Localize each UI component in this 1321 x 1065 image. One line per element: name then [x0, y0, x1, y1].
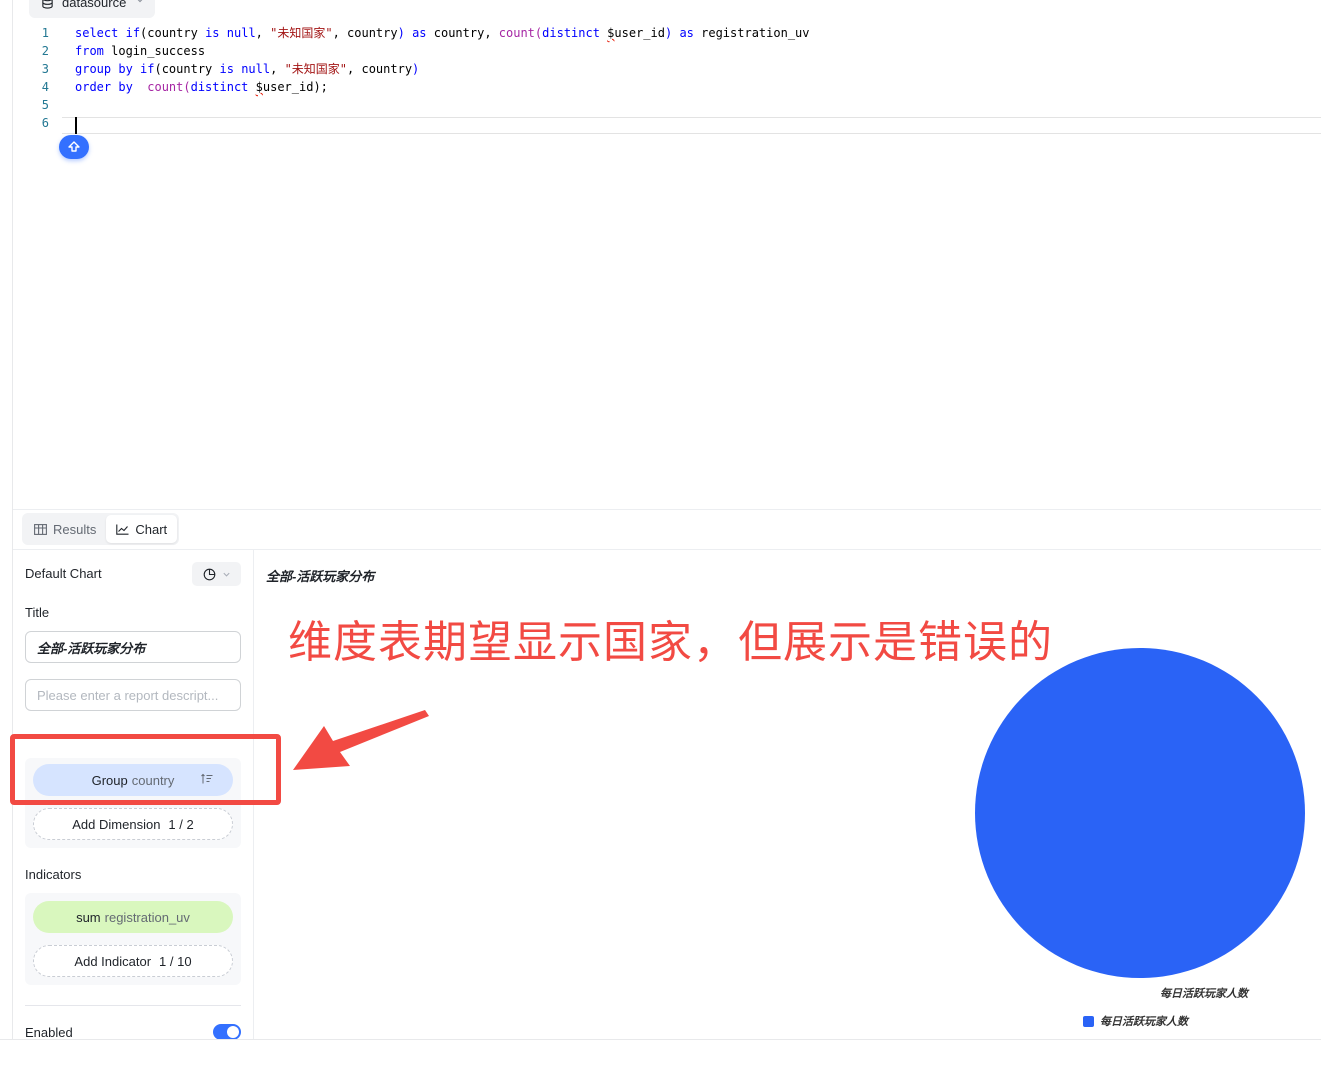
code-text: group by if(country is null, "未知国家", cou…	[75, 62, 420, 76]
code-line[interactable]: 1 select if(country is null, "未知国家", coun…	[13, 24, 1321, 42]
code-line[interactable]: 3 group by if(country is null, "未知国家", co…	[13, 60, 1321, 78]
legend-item-label: 每日活跃玩家人数	[1100, 1016, 1188, 1028]
indicator-sum-registration-uv[interactable]: sum registration_uv	[33, 901, 233, 933]
add-indicator-button[interactable]: Add Indicator 1 / 10	[33, 945, 233, 977]
pie-chart	[975, 648, 1305, 978]
tab-chart-label: Chart	[135, 521, 168, 537]
line-number: 5	[41, 98, 49, 112]
bottom-border	[0, 1039, 1321, 1040]
line-number: 4	[41, 80, 49, 94]
tab-results-label: Results	[53, 521, 97, 537]
add-dimension-count: 1 / 2	[168, 816, 194, 832]
add-indicator-count: 1 / 10	[159, 953, 192, 969]
datasource-label: datasource	[62, 0, 127, 10]
code-text: select if(country is null, "未知国家", count…	[75, 26, 810, 40]
chart-type-label: Default Chart	[25, 566, 102, 581]
upload-arrow-icon	[68, 141, 80, 152]
annotation-highlight-box	[10, 734, 281, 805]
text-caret	[75, 117, 77, 134]
chevron-down-icon	[137, 0, 143, 3]
panel-divider	[25, 1005, 241, 1006]
pane-divider[interactable]	[13, 509, 1321, 510]
chart-legend[interactable]: 每日活跃玩家人数	[1083, 1013, 1188, 1029]
enabled-toggle[interactable]	[213, 1024, 241, 1040]
indicator-agg: sum	[76, 909, 101, 925]
code-line[interactable]: 5	[13, 96, 1321, 114]
run-query-button[interactable]	[59, 135, 89, 159]
line-number: 1	[41, 26, 49, 40]
add-dimension-button[interactable]: Add Dimension 1 / 2	[33, 808, 233, 840]
code-text: order by count(distinct $user_id);	[75, 80, 328, 94]
line-number: 2	[41, 44, 49, 58]
tab-chart[interactable]: Chart	[106, 515, 178, 543]
line-chart-icon	[116, 524, 129, 535]
line-number: 3	[41, 62, 49, 76]
tab-results[interactable]: Results	[24, 515, 106, 543]
indicator-field: registration_uv	[104, 909, 190, 925]
code-text: from login_success	[75, 44, 206, 58]
database-icon	[42, 0, 53, 9]
pie-slice[interactable]	[975, 648, 1305, 978]
active-line-highlight	[62, 117, 1321, 134]
indicators-label: Indicators	[25, 867, 82, 882]
code-line[interactable]: 2 from login_success	[13, 42, 1321, 60]
legend-swatch	[1083, 1015, 1094, 1027]
datasource-select[interactable]: datasource	[29, 0, 155, 18]
title-input[interactable]: 全部-活跃玩家分布	[25, 631, 241, 663]
editor-left-border	[12, 0, 13, 1040]
code-line[interactable]: 4 order by count(distinct $user_id);	[13, 78, 1321, 96]
enabled-label: Enabled	[25, 1025, 73, 1040]
add-dimension-label: Add Dimension	[72, 816, 161, 832]
toggle-knob	[227, 1026, 239, 1038]
chart-type-select[interactable]	[192, 562, 241, 586]
table-icon	[34, 523, 47, 535]
chevron-down-icon	[222, 572, 230, 577]
title-label: Title	[25, 605, 50, 620]
pie-chart-icon	[203, 568, 215, 580]
add-indicator-label: Add Indicator	[74, 953, 152, 969]
pie-slice-label: 每日活跃玩家人数	[1160, 988, 1248, 1000]
description-input[interactable]: Please enter a report descript...	[25, 679, 241, 711]
result-tabs: Results Chart	[22, 513, 180, 545]
line-number: 6	[41, 116, 49, 130]
